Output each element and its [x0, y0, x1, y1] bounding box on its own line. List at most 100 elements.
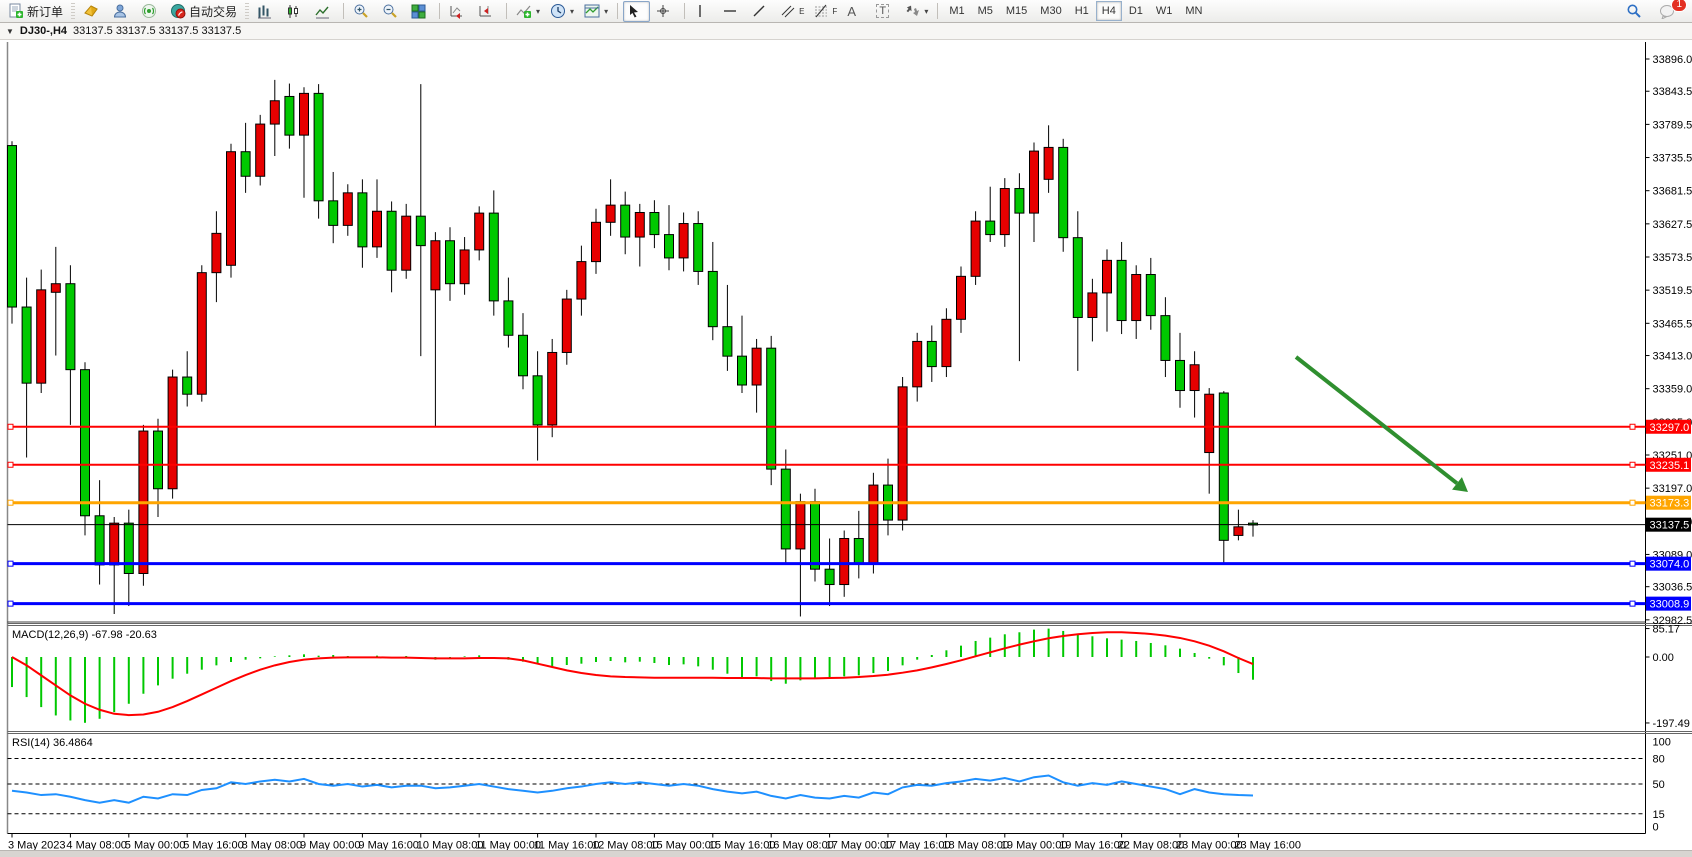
auto-trading-button[interactable]: 自动交易 — [166, 1, 241, 22]
zoom-in-button[interactable] — [349, 1, 376, 22]
candle — [504, 301, 513, 335]
hline-handle[interactable] — [8, 601, 13, 606]
hline-handle[interactable] — [8, 424, 13, 429]
auto-scroll-button[interactable] — [445, 1, 472, 22]
periods-button[interactable]: ▾ — [546, 1, 578, 22]
profile-button[interactable] — [108, 1, 135, 22]
timeframe-h4[interactable]: H4 — [1096, 1, 1122, 21]
crosshair-tool-button[interactable] — [652, 1, 679, 22]
hline-handle[interactable] — [1630, 462, 1635, 467]
zoom-out-button[interactable] — [378, 1, 405, 22]
candle — [694, 224, 703, 272]
price-tag-label: 33297.0 — [1650, 422, 1690, 434]
time-axis[interactable]: 3 May 20234 May 08:005 May 00:005 May 16… — [8, 834, 1301, 851]
toolbar-separator — [617, 3, 618, 19]
timeframe-d1[interactable]: D1 — [1123, 1, 1149, 21]
timeframe-m30[interactable]: M30 — [1034, 1, 1067, 21]
candle — [197, 273, 206, 395]
candle — [285, 96, 294, 135]
svg-text:33735.5: 33735.5 — [1653, 153, 1692, 165]
mt4-window: { "toolbar": { "new_order_label": "新订单",… — [0, 0, 1692, 857]
hline-handle[interactable] — [8, 500, 13, 505]
tile-windows-icon — [411, 4, 426, 19]
candle — [781, 469, 790, 549]
candle — [606, 205, 615, 222]
hline-handle[interactable] — [1630, 601, 1635, 606]
candle — [621, 205, 630, 237]
candle — [1219, 393, 1228, 540]
channel-tool-button[interactable]: E — [777, 1, 808, 22]
svg-text:15 May 00:00: 15 May 00:00 — [650, 840, 717, 851]
candle — [533, 376, 542, 425]
dropdown-caret: ▾ — [604, 7, 608, 16]
candle — [1088, 293, 1097, 318]
candle — [796, 502, 805, 549]
window-footer — [0, 850, 1692, 857]
candlestick-chart-icon — [286, 4, 301, 19]
svg-text:33413.0: 33413.0 — [1653, 351, 1692, 363]
timeframe-m1[interactable]: M1 — [943, 1, 970, 21]
arrows-tool-button[interactable]: ▾ — [901, 1, 932, 22]
svg-text:33843.5: 33843.5 — [1653, 86, 1692, 98]
hline-handle[interactable] — [1630, 500, 1635, 505]
hline-handle[interactable] — [8, 462, 13, 467]
new-order-label: 新订单 — [27, 3, 63, 20]
fibonacci-tool-button[interactable]: F — [810, 1, 841, 22]
main-toolbar: 新订单 自动交易 ▾ ▾ — [0, 0, 1692, 23]
hline-handle[interactable] — [1630, 424, 1635, 429]
candle — [460, 250, 469, 284]
candle — [562, 299, 571, 352]
price-tag-label: 33074.0 — [1650, 559, 1690, 571]
candle — [650, 212, 659, 234]
chart-title-bar: ▼ DJ30-,H4 33137.5 33137.5 33137.5 33137… — [0, 23, 1692, 40]
chart-collapse-icon[interactable]: ▼ — [6, 27, 14, 36]
notifications-button[interactable]: 1 — [1655, 1, 1682, 22]
horizontal-line-tool-button[interactable] — [719, 1, 746, 22]
svg-text:33036.5: 33036.5 — [1653, 582, 1692, 594]
timeframe-m15[interactable]: M15 — [1000, 1, 1033, 21]
hline-handle[interactable] — [8, 561, 13, 566]
cursor-tool-button[interactable] — [623, 1, 650, 22]
candle — [66, 284, 75, 370]
timeframe-m5[interactable]: M5 — [972, 1, 999, 21]
tile-windows-button[interactable] — [407, 1, 434, 22]
candle — [869, 485, 878, 563]
candle — [957, 276, 966, 319]
timeframe-mn[interactable]: MN — [1179, 1, 1208, 21]
candle — [154, 431, 163, 489]
chart-shift-button[interactable] — [474, 1, 501, 22]
styler-icon — [83, 3, 99, 19]
candle — [986, 221, 995, 235]
trendline-tool-button[interactable] — [748, 1, 775, 22]
text-label-tool-button[interactable]: T — [872, 1, 899, 22]
search-button[interactable] — [1622, 1, 1649, 22]
timeframe-h1[interactable]: H1 — [1069, 1, 1095, 21]
svg-text:33789.5: 33789.5 — [1653, 119, 1692, 131]
bar-chart-button[interactable] — [253, 1, 280, 22]
channel-tag: E — [799, 7, 804, 16]
candlestick-chart-button[interactable] — [282, 1, 309, 22]
candle — [723, 327, 732, 356]
line-chart-button[interactable] — [311, 1, 338, 22]
svg-text:33465.5: 33465.5 — [1653, 318, 1692, 330]
indicators-button[interactable]: ▾ — [512, 1, 544, 22]
timeframe-w1[interactable]: W1 — [1150, 1, 1179, 21]
candle — [708, 271, 717, 326]
text-tool-button[interactable]: A — [843, 1, 870, 22]
svg-text:11 May 00:00: 11 May 00:00 — [475, 840, 541, 851]
candle — [110, 523, 119, 565]
signals-button[interactable] — [137, 1, 164, 22]
svg-text:80: 80 — [1653, 754, 1665, 766]
candle — [825, 569, 834, 584]
styler-button[interactable] — [79, 1, 106, 22]
hline-handle[interactable] — [1630, 561, 1635, 566]
chart-canvas[interactable]: 33896.033843.533789.533735.533681.533627… — [0, 40, 1692, 850]
candle — [665, 235, 674, 258]
svg-text:10 May 08:00: 10 May 08:00 — [417, 840, 484, 851]
candle — [635, 212, 644, 237]
toolbar-separator — [684, 3, 685, 19]
new-order-button[interactable]: 新订单 — [4, 1, 67, 22]
templates-button[interactable]: ▾ — [580, 1, 612, 22]
vertical-line-tool-button[interactable] — [690, 1, 717, 22]
candle — [738, 356, 747, 385]
